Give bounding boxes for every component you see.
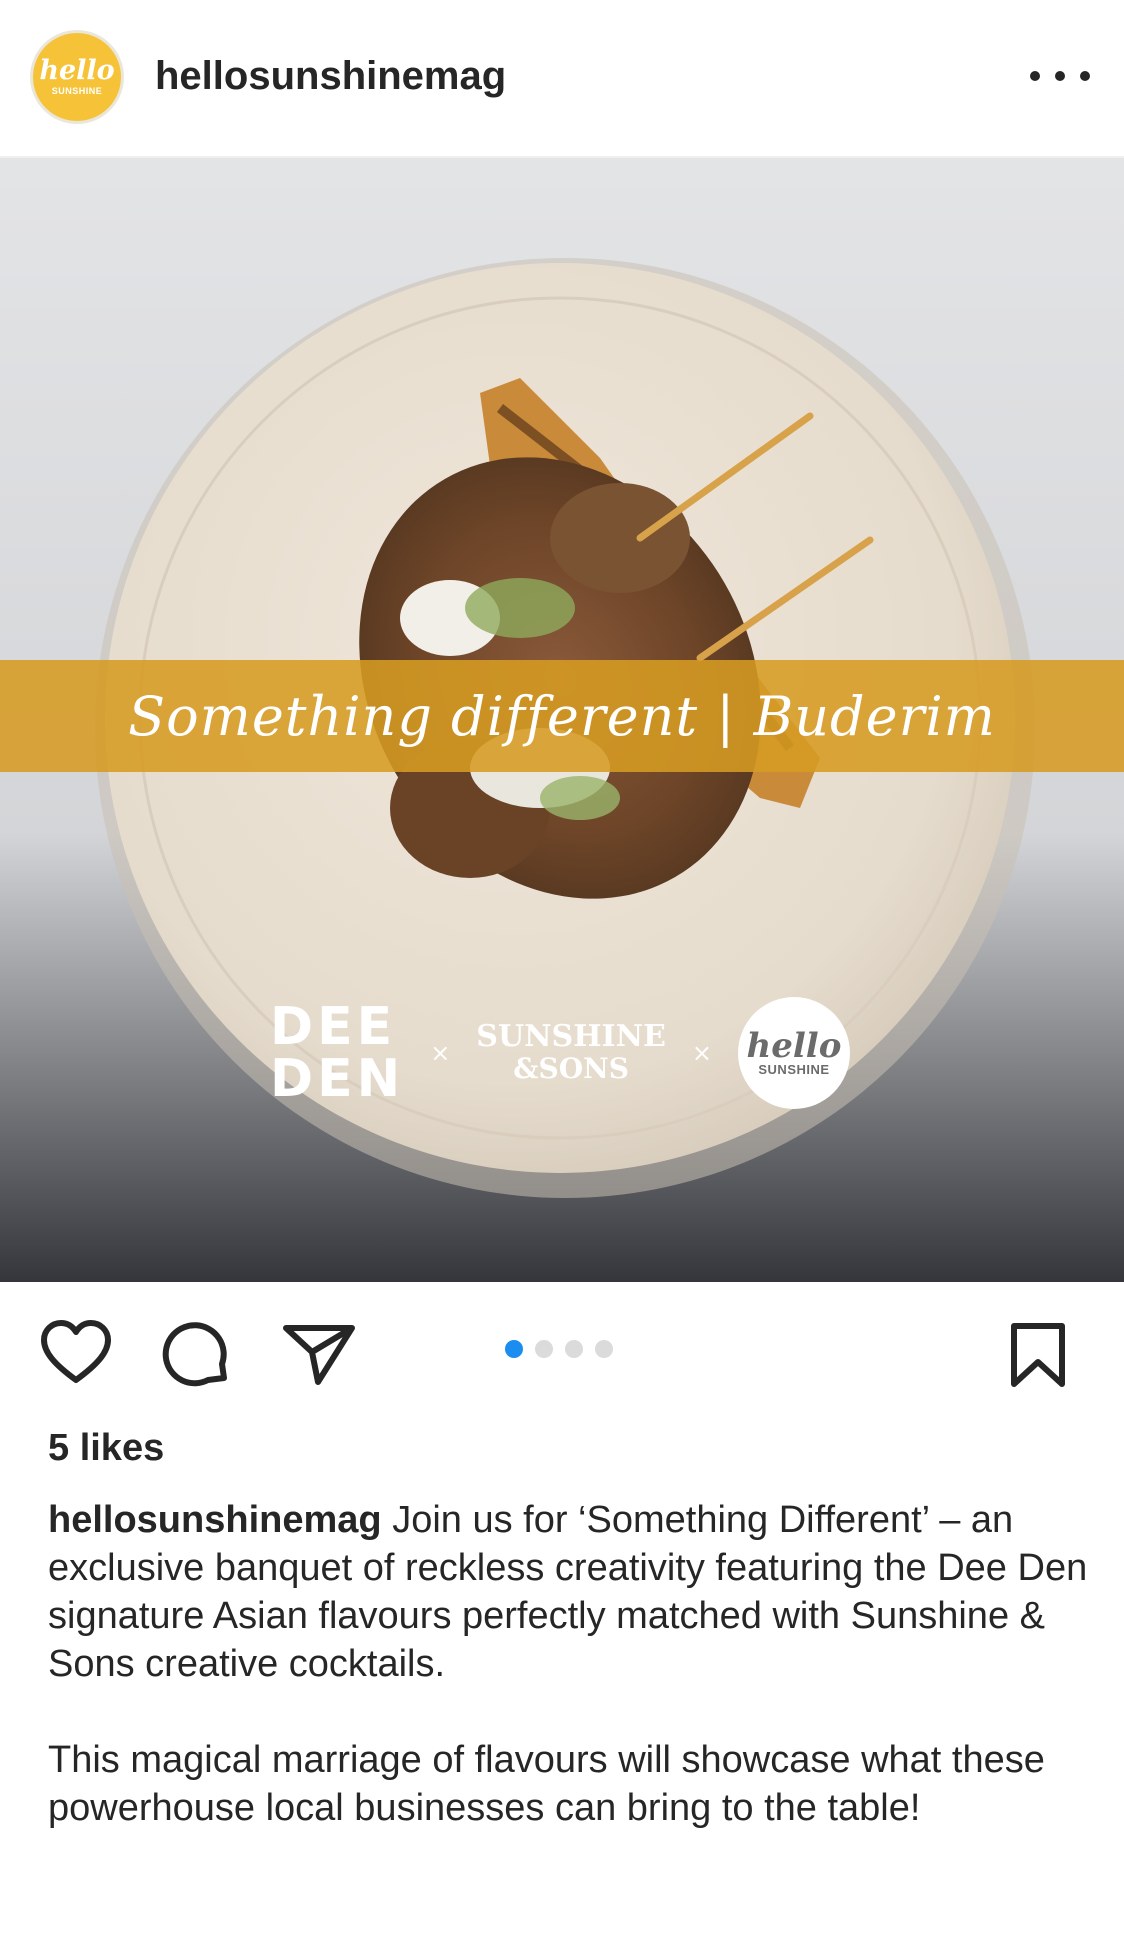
more-dot	[1055, 71, 1065, 81]
heart-icon[interactable]	[40, 1320, 112, 1384]
logo-separator: ×	[691, 1039, 712, 1067]
dee-den-line2: DEN	[270, 1049, 405, 1109]
avatar-logo-hello: hello	[39, 55, 115, 86]
carousel-dot-active	[505, 1340, 523, 1358]
carousel-dot	[595, 1340, 613, 1358]
caption-username[interactable]: hellosunshinemag	[48, 1499, 382, 1541]
post-image[interactable]: Something different | Buderim DEE DEN × …	[0, 158, 1124, 1282]
bookmark-icon[interactable]	[1008, 1322, 1068, 1388]
hello-logo-line1: hello	[746, 1025, 842, 1066]
hello-sunshine-logo: hello SUNSHINE	[737, 997, 850, 1109]
avatar-logo-sunshine: SUNSHINE	[51, 86, 103, 96]
banner-text: Something different | Buderim	[128, 684, 996, 748]
hello-logo-line2: SUNSHINE	[758, 1061, 830, 1077]
sons-line2: &SONS	[513, 1052, 629, 1085]
post-caption: hellosunshinemag Join us for ‘Something …	[48, 1496, 1088, 1832]
title-banner: Something different | Buderim	[0, 660, 1124, 772]
caption-paragraph-1: hellosunshinemag Join us for ‘Something …	[48, 1496, 1088, 1688]
more-dot	[1080, 71, 1090, 81]
carousel-indicator	[505, 1340, 613, 1358]
logo-separator: ×	[430, 1039, 451, 1067]
carousel-dot	[535, 1340, 553, 1358]
avatar[interactable]: hello SUNSHINE	[30, 30, 124, 124]
share-icon[interactable]	[282, 1322, 356, 1386]
dee-den-logo: DEE DEN	[270, 1001, 404, 1105]
caption-paragraph-2: This magical marriage of flavours will s…	[48, 1739, 1045, 1829]
post-username[interactable]: hellosunshinemag	[155, 52, 506, 100]
sunshine-sons-logo: SUNSHINE &SONS	[476, 1021, 666, 1085]
partner-logos: DEE DEN × SUNSHINE &SONS × hello SUNSHIN…	[270, 978, 850, 1128]
carousel-dot	[565, 1340, 583, 1358]
dee-den-line1: DEE	[270, 997, 397, 1057]
more-options-icon[interactable]	[1030, 56, 1090, 96]
sons-line1: SUNSHINE	[476, 1019, 666, 1054]
post-header: hello SUNSHINE hellosunshinemag	[0, 0, 1124, 156]
more-dot	[1030, 71, 1040, 81]
comment-icon[interactable]	[162, 1322, 232, 1392]
likes-count[interactable]: 5 likes	[48, 1424, 164, 1472]
